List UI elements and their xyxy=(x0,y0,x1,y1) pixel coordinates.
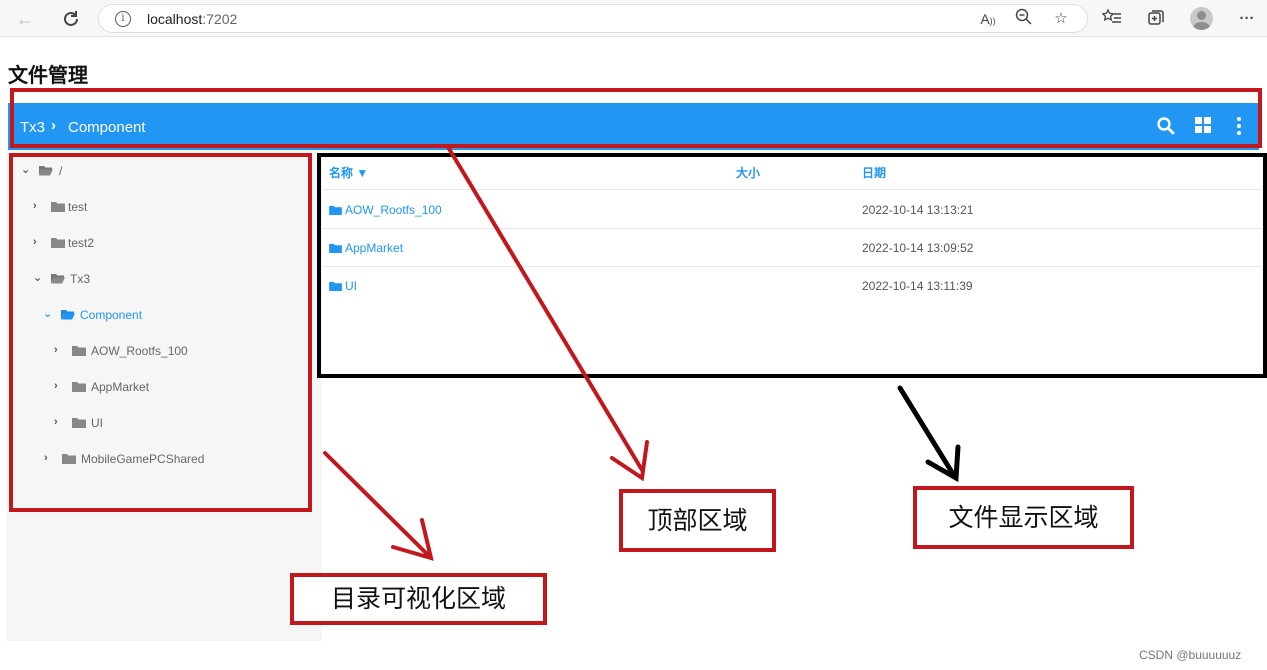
watermark: CSDN @buuuuuuz xyxy=(1139,648,1242,662)
annotation-arrows xyxy=(323,145,961,561)
arrow-top-area xyxy=(446,145,644,472)
label-top-area: 顶部区域 xyxy=(619,489,776,552)
label-file-area: 文件显示区域 xyxy=(913,486,1134,549)
label-dir-area: 目录可视化区域 xyxy=(290,573,547,625)
arrow-dir-area xyxy=(323,451,429,556)
